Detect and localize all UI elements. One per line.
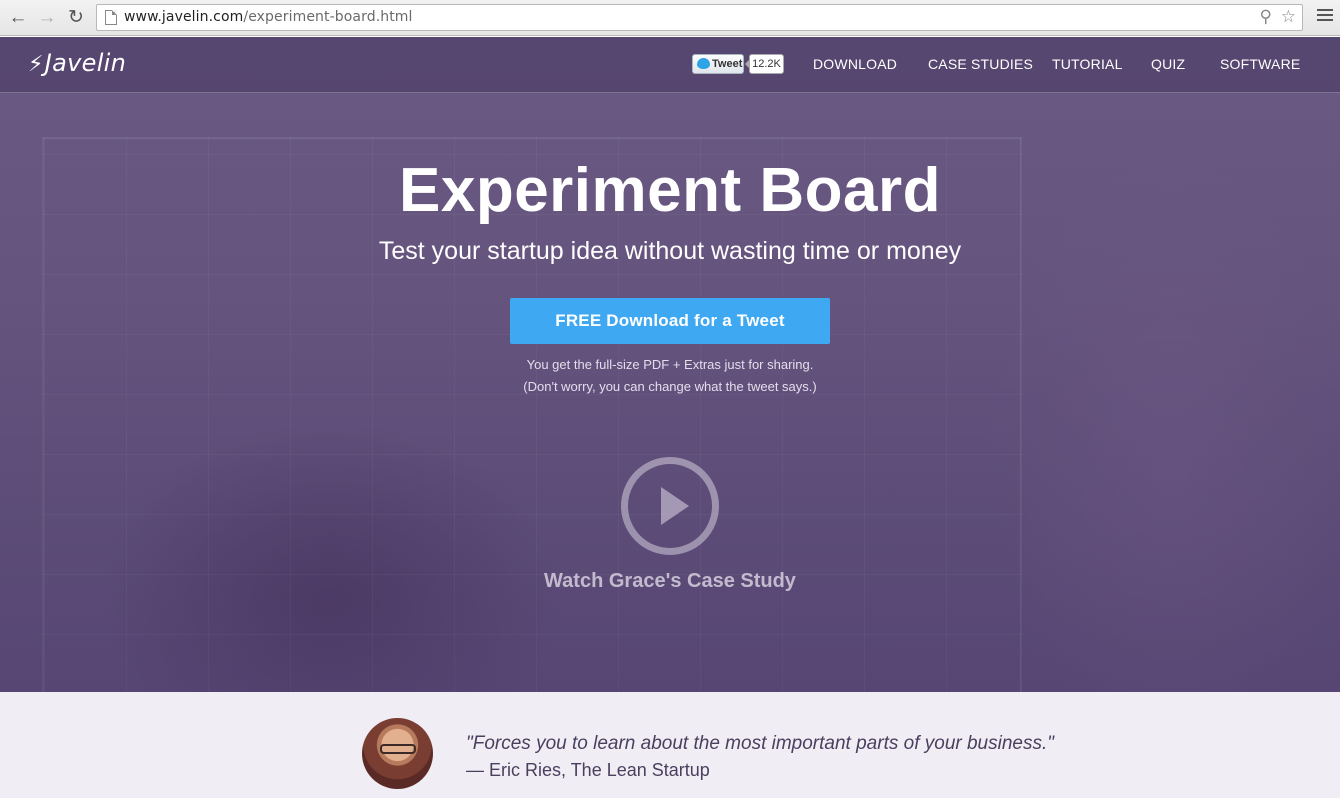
cta-note-line1: You get the full-size PDF + Extras just …: [526, 357, 814, 372]
testimonial-author: — Eric Ries, The Lean Startup: [466, 760, 710, 780]
hero-section: ⚡Javelin Tweet 12.2K DOWNLOAD CASE STUDI…: [0, 37, 1340, 692]
bolt-icon: ⚡: [28, 52, 44, 77]
tweet-count[interactable]: 12.2K: [745, 54, 784, 74]
search-icon[interactable]: ⚲: [1260, 7, 1272, 27]
url-path: /experiment-board.html: [243, 9, 413, 25]
url-host: www.javelin.com: [124, 9, 244, 25]
menu-icon[interactable]: [1317, 9, 1333, 23]
site-navbar: ⚡Javelin Tweet 12.2K DOWNLOAD CASE STUDI…: [0, 37, 1340, 93]
page-icon: [105, 10, 117, 25]
nav-case-studies[interactable]: CASE STUDIES: [928, 56, 1033, 72]
forward-icon[interactable]: →: [35, 6, 59, 30]
logo-text: Javelin: [44, 49, 127, 77]
page-title: Experiment Board: [398, 156, 942, 225]
play-video-icon[interactable]: [621, 457, 719, 555]
free-download-button[interactable]: FREE Download for a Tweet: [510, 298, 830, 344]
nav-download[interactable]: DOWNLOAD: [813, 56, 897, 72]
back-icon[interactable]: ←: [6, 6, 30, 30]
tweet-button[interactable]: Tweet: [692, 54, 744, 74]
avatar: [362, 718, 433, 789]
testimonial-quote: "Forces you to learn about the most impo…: [466, 733, 1054, 754]
testimonial-section: "Forces you to learn about the most impo…: [0, 692, 1340, 798]
reload-icon[interactable]: ↻: [64, 6, 88, 30]
nav-software[interactable]: SOFTWARE: [1220, 56, 1300, 72]
star-icon[interactable]: ☆: [1281, 7, 1296, 27]
nav-quiz[interactable]: QUIZ: [1151, 56, 1185, 72]
browser-toolbar: ← → ↻ www.javelin.com/experiment-board.h…: [0, 0, 1340, 36]
javelin-logo[interactable]: ⚡Javelin: [28, 49, 126, 77]
nav-tutorial[interactable]: TUTORIAL: [1052, 56, 1123, 72]
twitter-bird-icon: [697, 58, 710, 69]
watch-case-study-link[interactable]: Watch Grace's Case Study: [0, 570, 1340, 593]
url-text[interactable]: www.javelin.com/experiment-board.html: [124, 9, 413, 25]
cta-note-line2: (Don't worry, you can change what the tw…: [523, 379, 817, 394]
page-subtitle: Test your startup idea without wasting t…: [378, 237, 962, 265]
address-bar[interactable]: www.javelin.com/experiment-board.html ⚲ …: [96, 4, 1303, 31]
tweet-label: Tweet: [712, 58, 743, 70]
